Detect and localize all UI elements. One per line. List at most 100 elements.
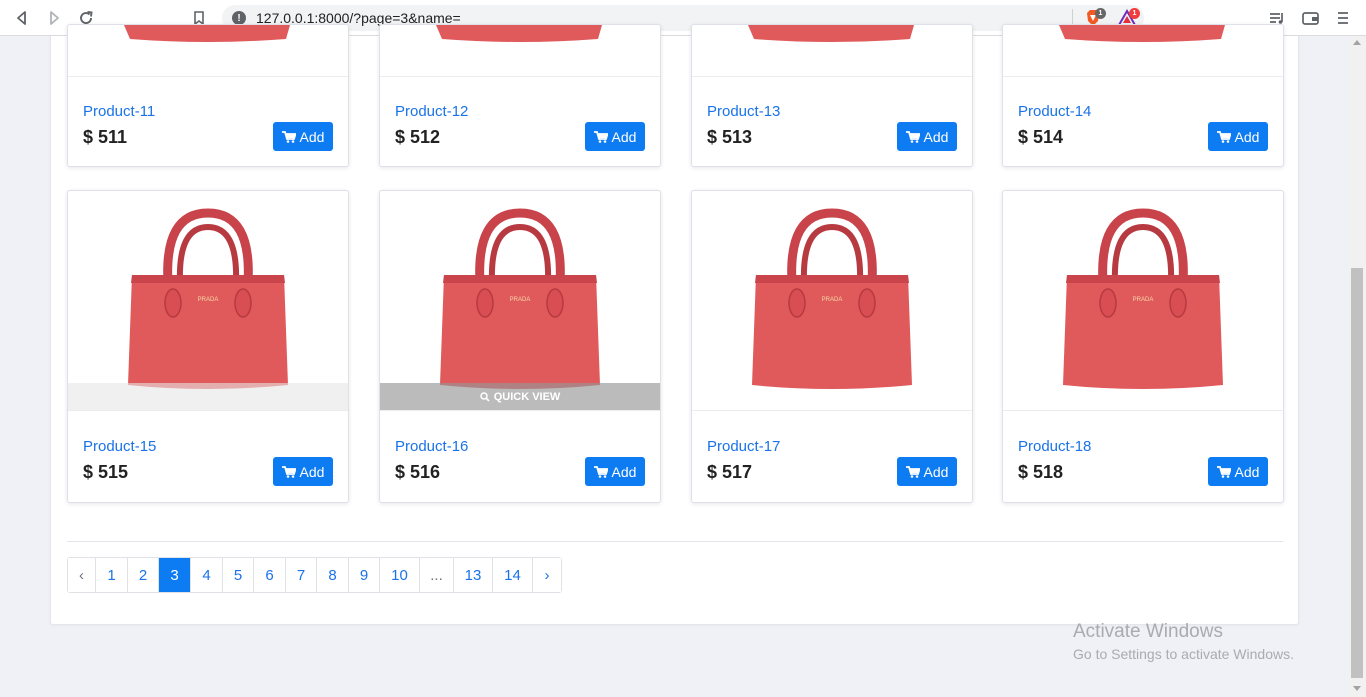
menu-icon[interactable] (1332, 7, 1354, 29)
product-image[interactable] (380, 25, 660, 77)
zoom-icon (167, 392, 178, 402)
product-panel: Product-11 $ 511 Add Product-12 $ 512 Ad… (50, 24, 1299, 625)
back-icon[interactable] (11, 7, 33, 29)
product-name-link[interactable]: Product-15 (83, 438, 156, 455)
add-label: Add (923, 463, 949, 480)
product-price: $ 515 (83, 462, 129, 482)
card-body: Product-18 $ 518 Add (1003, 412, 1283, 502)
product-card[interactable]: PRADA QUICK VIEW Product-16 $ 516 Add (379, 190, 661, 503)
cart-icon (905, 465, 920, 478)
cart-icon (593, 465, 608, 478)
page-ellipsis: ... (420, 558, 454, 592)
product-image[interactable] (68, 25, 348, 77)
product-name-link[interactable]: Product-12 (395, 103, 468, 120)
product-price: $ 512 (395, 127, 441, 147)
add-to-cart-button[interactable]: Add (1208, 457, 1268, 486)
page-link[interactable]: 9 (349, 558, 380, 592)
product-name-link[interactable]: Product-18 (1018, 438, 1091, 455)
product-name-link[interactable]: Product-14 (1018, 103, 1091, 120)
activate-windows-title: Activate Windows (1073, 621, 1223, 642)
add-to-cart-button[interactable]: Add (1208, 122, 1268, 151)
add-to-cart-button[interactable]: Add (897, 457, 957, 486)
product-name-link[interactable]: Product-17 (707, 438, 780, 455)
page-link[interactable]: 8 (317, 558, 349, 592)
product-card[interactable]: Product-13 $ 513 Add (691, 24, 973, 167)
product-price: $ 513 (707, 127, 753, 147)
quick-view-button[interactable]: QUICK VIEW (380, 383, 660, 410)
bag-brand-text: PRADA (1133, 297, 1154, 303)
page-link[interactable]: 1 (96, 558, 128, 592)
page-link[interactable]: 2 (128, 558, 159, 592)
divider (67, 541, 1283, 542)
activate-windows-subtitle: Go to Settings to activate Windows. (1073, 646, 1294, 662)
product-card[interactable]: Product-14 $ 514 Add (1002, 24, 1284, 167)
page-link[interactable]: 13 (454, 558, 493, 592)
scroll-down-arrow-icon[interactable] (1353, 686, 1361, 691)
product-name-link[interactable]: Product-13 (707, 103, 780, 120)
zoom-icon (479, 392, 490, 402)
page-next[interactable]: › (533, 558, 561, 592)
page-link-active[interactable]: 3 (159, 558, 191, 592)
rewards-badge: 1 (1129, 8, 1140, 19)
card-body: Product-13 $ 513 Add (692, 77, 972, 166)
add-to-cart-button[interactable]: Add (897, 122, 957, 151)
handbag-image: PRADA (1063, 208, 1223, 389)
quick-view-button[interactable]: QUICK VIEW (68, 383, 348, 410)
product-card[interactable]: Product-11 $ 511 Add (67, 24, 349, 167)
bag-brand-text: PRADA (198, 297, 219, 303)
product-image[interactable]: PRADA (1003, 191, 1283, 411)
page-link[interactable]: 14 (493, 558, 533, 592)
page-link[interactable]: 7 (286, 558, 317, 592)
product-price: $ 516 (395, 462, 441, 482)
product-card[interactable]: PRADA Product-17 $ 517 Add (691, 190, 973, 503)
product-card[interactable]: Product-12 $ 512 Add (379, 24, 661, 167)
cart-icon (281, 130, 296, 143)
quick-view-label: QUICK VIEW (493, 391, 561, 403)
product-image[interactable]: PRADA QUICK VIEW (68, 191, 348, 411)
card-body: Product-14 $ 514 Add (1003, 77, 1283, 166)
scroll-thumb[interactable] (1351, 268, 1363, 678)
wallet-icon[interactable] (1299, 7, 1321, 29)
quick-view-label: QUICK VIEW (181, 391, 249, 403)
add-label: Add (611, 128, 637, 145)
product-price: $ 518 (1018, 462, 1064, 482)
product-image[interactable]: PRADA QUICK VIEW (380, 191, 660, 411)
page-prev[interactable]: ‹ (68, 558, 96, 592)
product-card[interactable]: PRADA Product-18 $ 518 Add (1002, 190, 1284, 503)
add-to-cart-button[interactable]: Add (585, 122, 645, 151)
card-body: Product-17 $ 517 Add (692, 412, 972, 502)
add-to-cart-button[interactable]: Add (273, 122, 333, 151)
pagination: ‹ 1 2 3 4 5 6 7 8 9 10 ... 13 14 › (67, 557, 562, 593)
cart-icon (593, 130, 608, 143)
add-to-cart-button[interactable]: Add (273, 457, 333, 486)
forward-icon[interactable] (43, 7, 65, 29)
product-price: $ 517 (707, 462, 753, 482)
page-link[interactable]: 6 (254, 558, 286, 592)
cart-icon (281, 465, 296, 478)
product-name-link[interactable]: Product-11 (83, 103, 155, 120)
page-link[interactable]: 5 (223, 558, 254, 592)
product-image[interactable]: PRADA (692, 191, 972, 411)
page-link[interactable]: 4 (191, 558, 223, 592)
product-card[interactable]: PRADA QUICK VIEW Product-15 $ 515 Add (67, 190, 349, 503)
card-body: Product-12 $ 512 Add (380, 77, 660, 166)
cart-icon (1216, 465, 1231, 478)
add-label: Add (611, 463, 637, 480)
handbag-image: PRADA (440, 208, 600, 389)
bag-brand-text: PRADA (822, 297, 843, 303)
product-image[interactable] (692, 25, 972, 77)
page-link[interactable]: 10 (380, 558, 420, 592)
handbag-image: PRADA (128, 208, 288, 389)
bag-brand-text: PRADA (510, 297, 531, 303)
add-label: Add (1234, 463, 1260, 480)
product-image[interactable] (1003, 25, 1283, 77)
add-label: Add (1234, 128, 1260, 145)
cart-icon (905, 130, 920, 143)
scroll-up-arrow-icon[interactable] (1353, 40, 1361, 45)
page-scrollbar[interactable] (1349, 36, 1366, 697)
product-name-link[interactable]: Product-16 (395, 438, 468, 455)
card-body: Product-11 $ 511 Add (68, 77, 348, 166)
add-to-cart-button[interactable]: Add (585, 457, 645, 486)
site-info-icon[interactable]: ! (232, 11, 246, 25)
add-label: Add (299, 128, 325, 145)
